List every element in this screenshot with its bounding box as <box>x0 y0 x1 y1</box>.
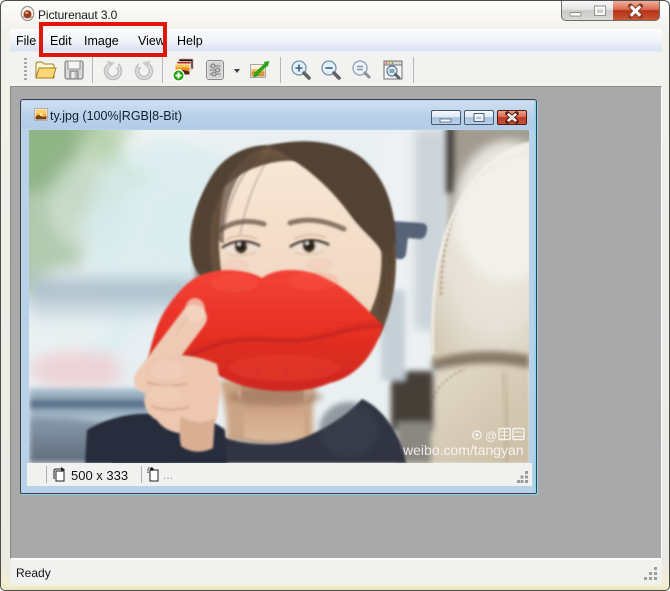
svg-text:@: @ <box>485 429 497 443</box>
svg-text:weibo.com/tangyan: weibo.com/tangyan <box>402 442 524 458</box>
